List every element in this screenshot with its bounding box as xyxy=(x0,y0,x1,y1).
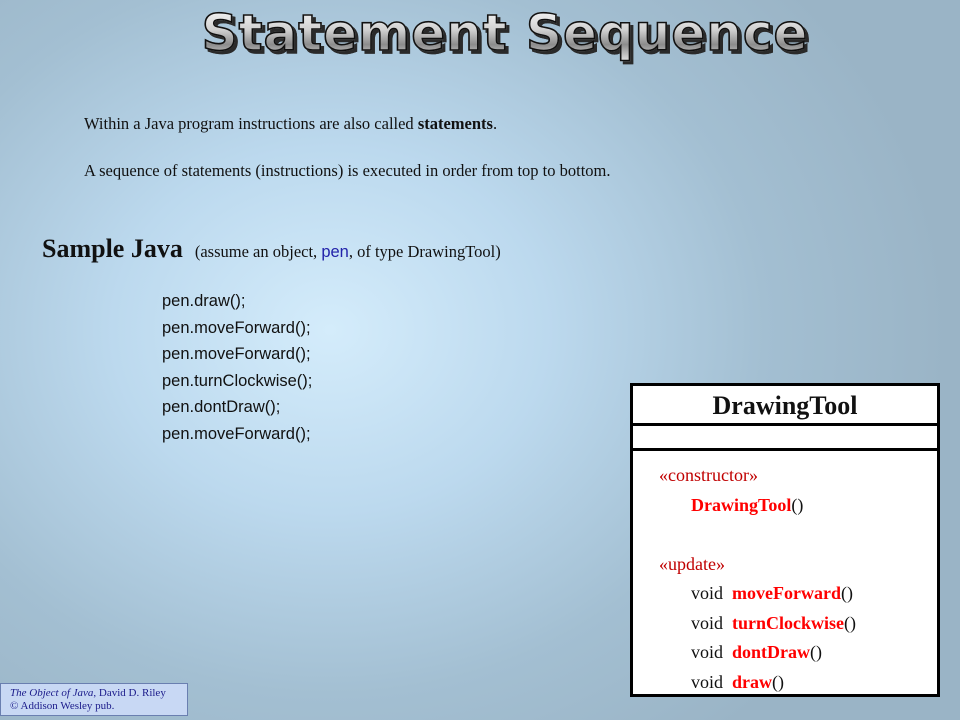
constructor-operation: DrawingTool() xyxy=(659,491,937,521)
credit-publisher: © Addison Wesley pub. xyxy=(10,700,115,712)
code-line: pen.turnClockwise(); xyxy=(162,371,313,390)
constructor-stereotype: «constructor» xyxy=(659,465,758,485)
uml-class-name: DrawingTool xyxy=(633,386,937,426)
method-parens: () xyxy=(810,642,823,662)
sample-heading: Sample Java (assume an object, pen, of ty… xyxy=(42,234,501,264)
method-return-type: void xyxy=(691,612,724,633)
title-wrap: Statement Sequence xyxy=(0,3,960,63)
constructor-parens: () xyxy=(791,494,804,515)
code-line: pen.dontDraw(); xyxy=(162,398,281,416)
credit-book-line: The Object of Java, David D. Riley xyxy=(10,687,187,700)
update-stereotype: «update» xyxy=(659,553,725,574)
code-line: pen.moveForward(); xyxy=(162,424,311,443)
uml-operations-compartment: «constructor» DrawingTool() «update» voi… xyxy=(633,451,937,697)
method-operation: void turnClockwise() xyxy=(659,609,937,639)
sample-note-prefix: (assume an object, xyxy=(194,242,322,261)
sample-note-suffix: , of type DrawingTool) xyxy=(348,242,501,261)
intro-line1-prefix: Within a Java program instructions are a… xyxy=(84,114,418,133)
method-operation: void dontDraw() xyxy=(659,638,937,668)
method-name: dontDraw xyxy=(732,642,811,662)
method-return-type: void xyxy=(691,671,724,692)
constructor-name: DrawingTool xyxy=(691,494,792,515)
intro-line1-suffix: . xyxy=(492,114,498,133)
method-name: turnClockwise xyxy=(732,612,845,633)
book-credit: The Object of Java, David D. Riley © Add… xyxy=(0,683,188,716)
compartment-spacer xyxy=(659,520,937,550)
method-operation: void draw() xyxy=(659,668,937,698)
code-listing: pen.draw(); pen.moveForward(); pen.moveF… xyxy=(162,288,312,447)
credit-book-title: The Object of Java xyxy=(10,687,94,699)
method-name: draw xyxy=(732,671,773,692)
page-title: Statement Sequence xyxy=(201,3,809,63)
intro-sequence: A sequence of statements (instructions) … xyxy=(84,161,611,180)
uml-attributes-compartment xyxy=(633,426,937,451)
method-parens: () xyxy=(844,612,857,633)
method-return-type: void xyxy=(691,583,724,603)
code-line: pen.draw(); xyxy=(162,292,246,310)
method-name: moveForward xyxy=(732,583,841,603)
intro-line1-bold: statements xyxy=(417,114,493,133)
code-line: pen.moveForward(); xyxy=(162,345,311,363)
code-line: pen.moveForward(); xyxy=(162,318,311,337)
uml-class-diagram: DrawingTool «constructor» DrawingTool() … xyxy=(630,383,940,697)
method-parens: () xyxy=(840,583,853,603)
sample-title: Sample Java xyxy=(42,234,183,263)
method-return-type: void xyxy=(691,642,724,662)
sample-note: (assume an object, pen, of type DrawingT… xyxy=(195,242,501,261)
method-parens: () xyxy=(772,671,785,692)
sample-note-object: pen xyxy=(321,243,349,261)
method-operation: void moveForward() xyxy=(659,579,937,609)
intro-statements: Within a Java program instructions are a… xyxy=(84,114,497,134)
credit-author: , David D. Riley xyxy=(93,687,166,699)
